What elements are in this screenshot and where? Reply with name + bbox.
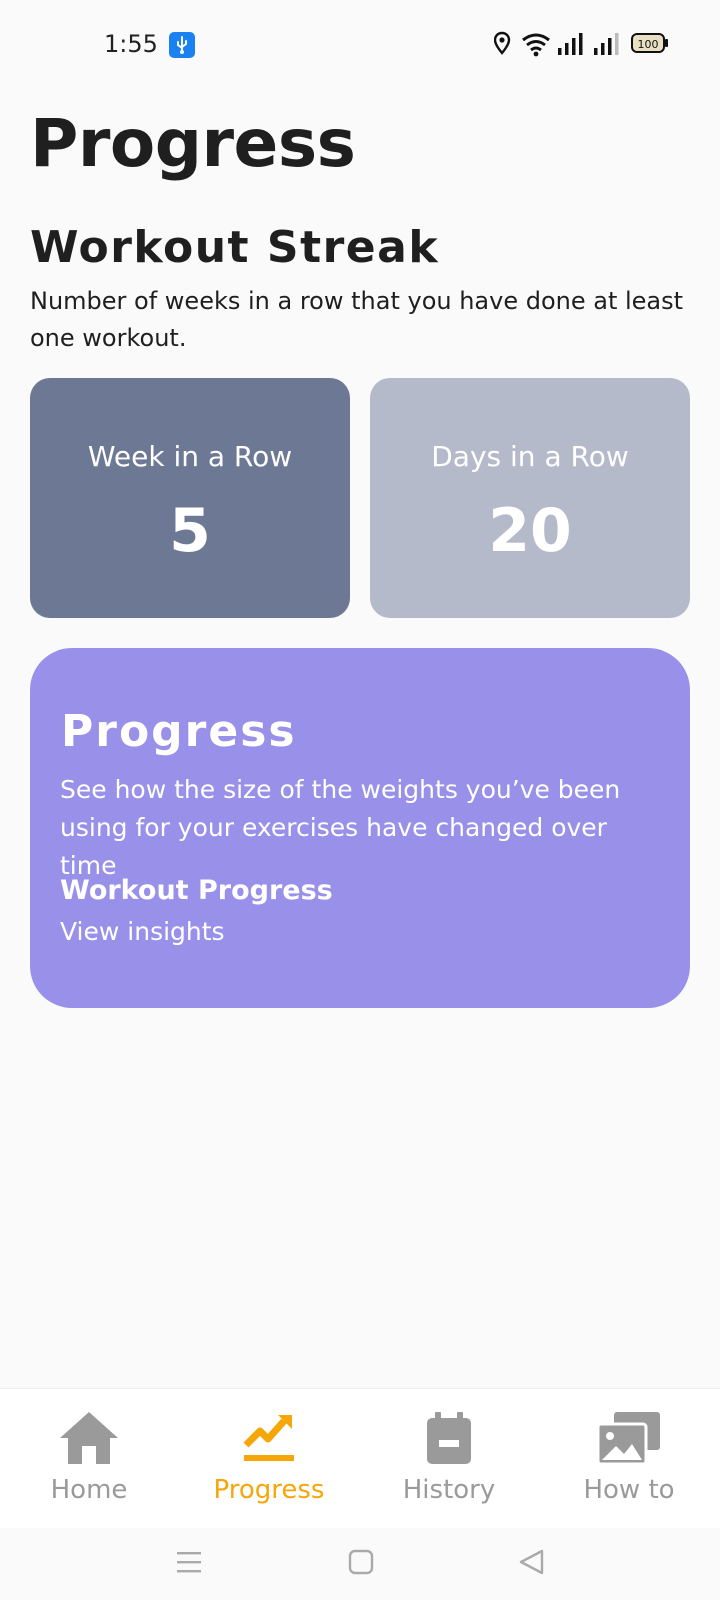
battery-icon: 100 [631,33,668,53]
home-square-icon[interactable] [348,1548,374,1580]
signal-icon [594,33,619,55]
weeks-in-a-row-card: Week in a Row 5 [30,378,350,618]
stat-value: 5 [169,496,211,566]
nav-item-home[interactable]: Home [14,1407,164,1505]
streak-description: Number of weeks in a row that you have d… [30,287,684,352]
page-title: Progress [30,105,356,182]
status-icons: 100 [494,30,674,60]
days-in-a-row-card: Days in a Row 20 [370,378,690,618]
system-nav [0,1528,720,1600]
calendar-icon [374,1407,524,1469]
nav-label: Progress [213,1475,325,1505]
photo-library-icon [554,1407,704,1469]
trending-up-icon [194,1407,344,1469]
nav-label: How to [583,1475,675,1505]
menu-icon[interactable] [176,1548,202,1580]
nav-item-history[interactable]: History [374,1407,524,1505]
nav-item-how-to[interactable]: How to [554,1407,704,1505]
back-triangle-icon[interactable] [518,1548,546,1580]
signal-icon [558,33,583,55]
nav-label: Home [50,1475,128,1505]
view-insights-link[interactable]: View insights [60,917,225,946]
bottom-nav: Home Progress History How to [0,1388,720,1528]
nav-label: History [402,1475,496,1505]
workout-progress-title: Workout Progress [60,875,333,906]
progress-card-title: Progress [61,706,297,757]
status-time: 1:55 [104,30,158,58]
wifi-icon [522,33,550,57]
stat-label: Days in a Row [431,440,629,473]
stat-label: Week in a Row [87,440,293,473]
location-icon [494,31,511,55]
stat-value: 20 [488,496,572,566]
status-bar: 1:55 100 [0,0,720,90]
home-icon [14,1407,164,1469]
streak-title: Workout Streak [30,222,440,273]
svg-text:100: 100 [638,38,659,51]
nav-item-progress[interactable]: Progress [194,1407,344,1505]
usb-icon [169,32,195,58]
progress-card[interactable]: Progress See how the size of the weights… [30,648,690,1008]
progress-card-description: See how the size of the weights you’ve b… [60,775,621,880]
